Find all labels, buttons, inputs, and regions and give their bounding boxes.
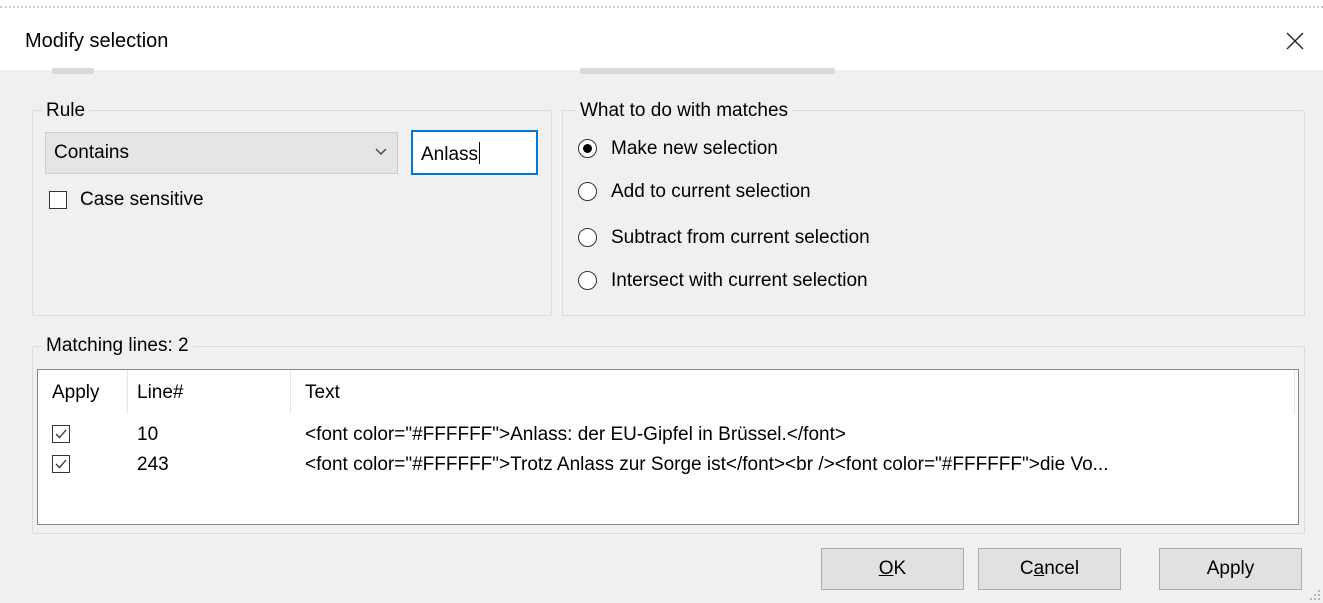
dialog-title: Modify selection (25, 30, 169, 52)
chevron-down-icon (375, 148, 387, 155)
row-line-number: 243 (137, 454, 169, 475)
radio-make-new-selection[interactable] (578, 139, 597, 158)
matches-group-label: What to do with matches (576, 100, 793, 122)
text-caret (479, 142, 481, 164)
background-app-strip (0, 0, 1323, 10)
rule-mode-dropdown[interactable]: Contains (45, 132, 398, 174)
title-bar: Modify selection (0, 10, 1323, 70)
table-row[interactable]: 10 <font color="#FFFFFF">Anlass: der EU-… (38, 422, 1298, 448)
column-header-text[interactable]: Text (305, 382, 340, 404)
column-separator[interactable] (127, 370, 128, 414)
case-sensitive-label: Case sensitive (80, 189, 204, 210)
column-header-line[interactable]: Line# (137, 382, 184, 404)
radio-subtract-selection[interactable] (578, 228, 597, 247)
ok-button-label: OK (878, 558, 907, 579)
radio-intersect-selection[interactable] (578, 271, 597, 290)
radio-label-subtract: Subtract from current selection (611, 227, 870, 248)
search-text-value: Anlass (421, 144, 479, 165)
ghost-label (52, 68, 94, 74)
column-separator[interactable] (290, 370, 291, 414)
close-icon (1286, 32, 1304, 50)
table-row[interactable]: 243 <font color="#FFFFFF">Trotz Anlass z… (38, 452, 1298, 478)
radio-label-make-new: Make new selection (611, 138, 778, 159)
row-text: <font color="#FFFFFF">Anlass: der EU-Gip… (305, 424, 846, 445)
radio-add-to-selection[interactable] (578, 182, 597, 201)
matching-lines-list[interactable]: Apply Line# Text 10 <font color="#FFFFFF… (37, 369, 1299, 525)
radio-label-add: Add to current selection (611, 181, 811, 202)
rule-group-label: Rule (42, 100, 90, 122)
row-text: <font color="#FFFFFF">Trotz Anlass zur S… (305, 454, 1109, 475)
resize-grip-icon[interactable] (1309, 589, 1321, 601)
modify-selection-dialog: Modify selection Rule Contains Anlass Ca… (0, 0, 1323, 603)
cancel-button[interactable]: Cancel (978, 548, 1121, 590)
cancel-button-label: Cancel (1019, 558, 1080, 579)
row-apply-checkbox[interactable] (52, 425, 70, 443)
apply-button-label: Apply (1206, 558, 1255, 579)
search-text-input[interactable]: Anlass (411, 130, 538, 175)
ok-button[interactable]: OK (821, 548, 964, 590)
row-apply-checkbox[interactable] (52, 455, 70, 473)
case-sensitive-checkbox[interactable] (49, 191, 67, 209)
close-button[interactable] (1270, 20, 1320, 62)
rule-mode-value: Contains (54, 142, 129, 163)
row-line-number: 10 (137, 424, 159, 445)
column-separator[interactable] (1294, 370, 1295, 414)
apply-button[interactable]: Apply (1159, 548, 1302, 590)
column-header-apply[interactable]: Apply (52, 382, 100, 404)
ghost-label (580, 68, 835, 74)
results-group-label: Matching lines: 2 (42, 335, 193, 357)
radio-label-intersect: Intersect with current selection (611, 270, 868, 291)
list-header: Apply Line# Text (38, 370, 1298, 414)
